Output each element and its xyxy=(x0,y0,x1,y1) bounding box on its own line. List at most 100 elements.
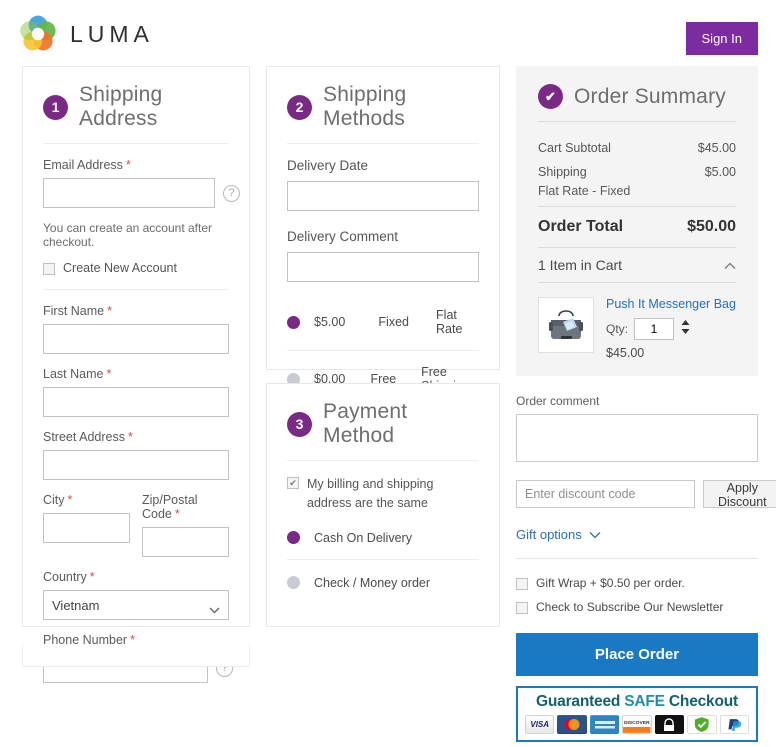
order-summary-check-icon: ✔ xyxy=(538,84,563,109)
zip-label: Zip/Postal Code * xyxy=(142,493,198,521)
create-account-row[interactable]: Create New Account xyxy=(43,261,229,275)
create-account-label: Create New Account xyxy=(63,261,177,275)
shipping-methods-title: Shipping Methods xyxy=(323,83,407,130)
email-field-group: Email Address * ? xyxy=(43,158,240,208)
shipping-option-method: Flat Rate xyxy=(436,308,463,336)
discount-code-input[interactable] xyxy=(516,480,695,508)
payment-option-cash-on-delivery[interactable]: Cash On Delivery xyxy=(287,527,479,557)
cart-item-qty-row: Qty: xyxy=(606,318,736,340)
zip-group: Zip/Postal Code * xyxy=(142,493,229,557)
items-in-cart-toggle[interactable]: 1 Item in Cart xyxy=(538,247,736,283)
billing-same-label: My billing and shipping address are the … xyxy=(307,477,434,510)
delivery-comment-label: Delivery Comment xyxy=(287,229,399,244)
street-address-input[interactable] xyxy=(43,450,229,480)
delivery-comment-group: Delivery Comment xyxy=(287,229,479,282)
shipping-address-header: 1 Shipping Address xyxy=(43,83,229,144)
payment-option-check-money-order[interactable]: Check / Money order xyxy=(287,566,479,600)
shipping-option-flat-rate[interactable]: $5.00 Fixed Flat Rate xyxy=(287,298,479,346)
shipping-option-carrier: Fixed xyxy=(378,315,409,329)
sign-in-button[interactable]: Sign In xyxy=(685,22,758,55)
shipping-option-flat-rate-radio[interactable] xyxy=(287,315,300,329)
messenger-bag-thumbnail-icon xyxy=(538,297,594,353)
delivery-date-input[interactable] xyxy=(287,181,479,211)
shipping-methods-header: 2 Shipping Methods xyxy=(287,83,479,144)
create-account-checkbox[interactable] xyxy=(43,263,55,275)
email-label: Email Address * xyxy=(43,158,131,172)
page-header: LUMA Sign In xyxy=(0,0,776,66)
gift-options-label: Gift options xyxy=(516,527,582,542)
logo-wordmark: LUMA xyxy=(70,20,154,47)
summary-line-cart-subtotal: Cart Subtotal $45.00 xyxy=(538,136,736,160)
step-3-badge: 3 xyxy=(287,411,312,437)
street-address-group: Street Address * xyxy=(43,430,229,480)
discover-card-icon: DISCOVER xyxy=(622,715,652,734)
payment-method-title: Payment Method xyxy=(323,400,408,447)
order-summary-panel: ✔ Order Summary Cart Subtotal $45.00 Shi… xyxy=(516,66,758,376)
trust-badge-title: Guaranteed SAFE Checkout xyxy=(536,693,738,710)
cart-item-name-link[interactable]: Push It Messenger Bag xyxy=(606,297,736,311)
qty-label: Qty: xyxy=(606,322,629,336)
email-help-question-mark-icon[interactable]: ? xyxy=(223,184,240,202)
street-address-label: Street Address * xyxy=(43,430,133,444)
payment-option-label: Cash On Delivery xyxy=(314,530,412,545)
summary-line-label: Cart Subtotal xyxy=(538,141,611,155)
delivery-date-group: Delivery Date xyxy=(287,158,479,211)
city-input[interactable] xyxy=(43,513,130,543)
chevron-up-icon xyxy=(724,257,736,273)
order-total-row: Order Total $50.00 xyxy=(538,206,736,247)
gift-wrap-row[interactable]: Gift Wrap + $0.50 per order. xyxy=(516,571,758,595)
norton-secured-icon xyxy=(687,715,717,734)
step-1-badge: 1 xyxy=(43,94,68,120)
site-logo[interactable]: LUMA xyxy=(18,14,154,54)
up-down-stepper-icon[interactable] xyxy=(680,319,691,340)
order-comment-textarea[interactable] xyxy=(516,414,758,462)
visa-card-icon: VISA xyxy=(524,715,555,734)
mastercard-card-icon xyxy=(557,715,587,734)
zip-input[interactable] xyxy=(142,527,229,557)
shipping-address-title: Shipping Address xyxy=(79,83,163,130)
payment-option-cash-on-delivery-radio[interactable] xyxy=(287,531,300,544)
order-options-rail: Order comment Apply Discount Gift option… xyxy=(516,394,776,742)
city-group: City * xyxy=(43,493,130,557)
newsletter-row[interactable]: Check to Subscribe Our Newsletter xyxy=(516,595,758,619)
apply-discount-button[interactable]: Apply Discount xyxy=(703,480,776,509)
order-comment-label: Order comment xyxy=(516,394,600,408)
gift-wrap-label: Gift Wrap + $0.50 per order. xyxy=(536,576,685,590)
summary-line-label: Shipping xyxy=(538,165,587,179)
delivery-comment-input[interactable] xyxy=(287,252,479,282)
order-total-value: $50.00 xyxy=(687,218,736,235)
place-order-button[interactable]: Place Order xyxy=(516,633,758,676)
last-name-input[interactable] xyxy=(43,387,229,417)
svg-text:DISCOVER: DISCOVER xyxy=(624,720,650,726)
first-name-input[interactable] xyxy=(43,324,229,354)
qty-input[interactable] xyxy=(634,318,675,340)
billing-same-checkbox[interactable]: ✔ xyxy=(287,477,299,489)
payment-method-panel: 3 Payment Method ✔ My billing and shippi… xyxy=(266,383,500,627)
items-in-cart-label: 1 Item in Cart xyxy=(538,257,623,273)
billing-same-row[interactable]: ✔ My billing and shipping address are th… xyxy=(287,475,479,513)
order-total-label: Order Total xyxy=(538,218,624,235)
paypal-icon xyxy=(719,715,750,734)
city-label: City * xyxy=(43,493,73,507)
shipping-option-price: $5.00 xyxy=(314,315,346,329)
order-summary-title: Order Summary xyxy=(574,84,726,108)
form-divider xyxy=(43,289,229,290)
country-select[interactable]: Vietnam xyxy=(43,590,229,620)
payment-option-check-money-order-radio[interactable] xyxy=(287,576,300,589)
email-input[interactable] xyxy=(43,178,215,208)
gift-wrap-checkbox[interactable] xyxy=(516,578,528,590)
trusted-site-icon xyxy=(654,715,685,734)
checkout-page: LUMA Sign In 1 Shipping Address Email Ad… xyxy=(0,0,776,747)
last-name-label: Last Name * xyxy=(43,367,112,381)
order-summary-header: ✔ Order Summary xyxy=(538,84,736,122)
payment-method-header: 3 Payment Method xyxy=(287,400,479,461)
chevron-down-icon xyxy=(589,527,601,542)
summary-line-shipping: Shipping $5.00 xyxy=(538,160,736,184)
last-name-group: Last Name * xyxy=(43,367,229,417)
step-2-badge: 2 xyxy=(287,94,312,120)
summary-line-value: $45.00 xyxy=(697,141,736,155)
amex-card-icon xyxy=(589,715,620,734)
gift-options-toggle[interactable]: Gift options xyxy=(516,526,758,544)
newsletter-checkbox[interactable] xyxy=(516,602,528,614)
newsletter-label: Check to Subscribe Our Newsletter xyxy=(536,600,724,614)
